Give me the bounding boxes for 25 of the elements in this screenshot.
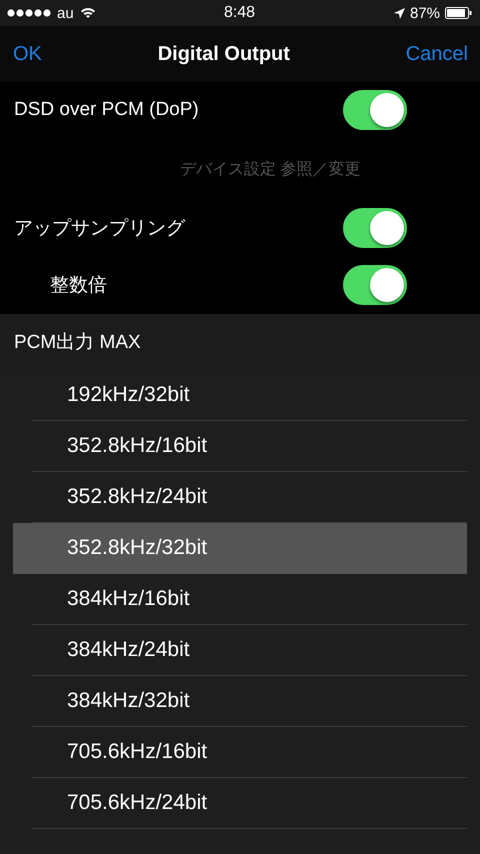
setting-label: アップサンプリング bbox=[14, 217, 185, 241]
format-option[interactable]: 384kHz/24bit bbox=[32, 625, 467, 676]
carrier-name: au bbox=[57, 4, 74, 22]
signal-icon bbox=[7, 9, 51, 17]
battery-icon bbox=[445, 7, 472, 19]
location-arrow-icon bbox=[394, 8, 405, 18]
wifi-icon bbox=[80, 7, 96, 19]
format-option[interactable]: 192kHz/32bit bbox=[32, 370, 467, 421]
screen-title: Digital Output bbox=[158, 42, 290, 66]
setting-label: 整数倍 bbox=[50, 274, 107, 298]
battery-percentage: 87% bbox=[410, 4, 440, 22]
clock-time: 8:48 bbox=[224, 4, 256, 22]
toggle-switch[interactable] bbox=[343, 208, 407, 248]
section-header: PCM出力 MAX bbox=[14, 331, 141, 355]
format-option[interactable]: 705.6kHz/16bit bbox=[32, 727, 467, 778]
ok-button[interactable]: OK bbox=[13, 42, 42, 66]
toggle-switch[interactable] bbox=[343, 90, 407, 130]
format-option[interactable]: 705.6kHz/24bit bbox=[32, 778, 467, 829]
toggle-switch[interactable] bbox=[343, 265, 407, 305]
format-option[interactable]: 384kHz/16bit bbox=[32, 574, 467, 625]
format-option[interactable]: 384kHz/32bit bbox=[32, 676, 467, 727]
setting-label: DSD over PCM (DoP) bbox=[14, 99, 199, 121]
cancel-button[interactable]: Cancel bbox=[406, 42, 468, 66]
format-option[interactable]: 352.8kHz/16bit bbox=[32, 421, 467, 472]
format-option[interactable]: 352.8kHz/32bit bbox=[13, 523, 467, 574]
